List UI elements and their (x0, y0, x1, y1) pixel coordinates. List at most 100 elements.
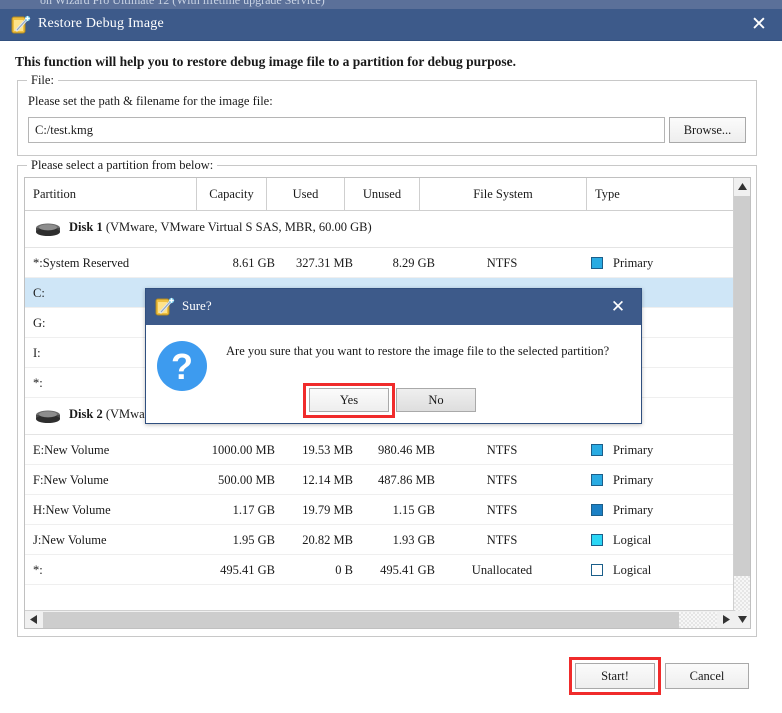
file-group: File: Please set the path & filename for… (17, 80, 757, 156)
wizard-wand-icon (11, 15, 31, 35)
disk-header-row[interactable]: Disk 1 (VMware, VMware Virtual S SAS, MB… (25, 211, 734, 248)
cell-partition: F:New Volume (25, 465, 197, 495)
wizard-wand-icon (155, 297, 175, 317)
svg-text:?: ? (171, 346, 193, 387)
cell-filesystem: NTFS (437, 495, 567, 525)
cell-capacity: 1.95 GB (197, 525, 275, 555)
hard-disk-icon (35, 409, 61, 423)
cell-filesystem: Unallocated (437, 555, 567, 585)
scroll-down-icon[interactable] (734, 611, 750, 628)
window-title: Restore Debug Image (38, 16, 164, 32)
horizontal-scrollbar-track[interactable] (679, 612, 717, 628)
partition-group-legend: Please select a partition from below: (27, 158, 217, 173)
close-icon[interactable]: ✕ (607, 296, 629, 318)
partition-row[interactable]: H:New Volume1.17 GB 19.79 MB 1.15 GBNTFS Pr… (25, 495, 734, 525)
cell-capacity: 495.41 GB (197, 555, 275, 585)
cell-capacity: 8.61 GB (197, 248, 275, 278)
cell-used: 0 B (283, 555, 353, 585)
partition-type-label: Primary (613, 443, 653, 458)
vertical-scrollbar-track[interactable] (734, 576, 750, 611)
partition-row[interactable]: F:New Volume500.00 MB12.14 MB487.86 MBNT… (25, 465, 734, 495)
cell-filesystem: NTFS (437, 435, 567, 465)
file-group-legend: File: (27, 73, 58, 88)
cell-type: Primary (591, 465, 653, 495)
cell-unused: 495.41 GB (361, 555, 435, 585)
partition-type-label: Primary (613, 256, 653, 271)
cell-partition: *: (25, 555, 197, 585)
cell-used: 327.31 MB (283, 248, 353, 278)
cell-used: 19.53 MB (283, 435, 353, 465)
cell-unused: 1.15 GB (361, 495, 435, 525)
partition-type-label: Logical (613, 563, 651, 578)
cell-partition: *:System Reserved (25, 248, 197, 278)
cell-type: Primary (591, 495, 653, 525)
file-path-row: Browse... (28, 117, 746, 143)
disk-label: Disk 1 (VMware, VMware Virtual S SAS, MB… (69, 220, 372, 235)
cell-type: Primary (591, 248, 653, 278)
browse-button[interactable]: Browse... (669, 117, 746, 143)
dialog-title: Sure? (182, 298, 212, 314)
partition-type-label: Primary (613, 473, 653, 488)
background-app-title: on Wizard Pro Ultimate 12 (With lifetime… (40, 0, 325, 8)
cell-filesystem: NTFS (437, 248, 567, 278)
cell-used: 19.79 MB (283, 495, 353, 525)
horizontal-scrollbar[interactable] (25, 610, 735, 628)
partition-type-swatch (591, 474, 603, 486)
column-header-unused[interactable]: Unused (345, 178, 420, 211)
restore-debug-image-window: on Wizard Pro Ultimate 12 (With lifetime… (0, 0, 782, 713)
column-header-partition[interactable]: Partition (25, 178, 197, 211)
vertical-scrollbar[interactable] (733, 178, 750, 628)
partition-type-swatch (591, 564, 603, 576)
partition-type-label: Primary (613, 503, 653, 518)
column-header-type[interactable]: Type (587, 178, 734, 211)
start-button[interactable]: Start! (575, 663, 655, 689)
scroll-right-icon[interactable] (718, 611, 735, 628)
cell-filesystem: NTFS (437, 465, 567, 495)
close-icon[interactable]: ✕ (746, 14, 772, 36)
partition-table-header: Partition Capacity Used Unused File Syst… (25, 178, 734, 211)
column-header-used[interactable]: Used (267, 178, 345, 211)
window-titlebar: Restore Debug Image ✕ (0, 9, 782, 41)
scroll-left-icon[interactable] (25, 611, 42, 628)
cell-unused: 1.93 GB (361, 525, 435, 555)
scroll-up-icon[interactable] (734, 178, 750, 195)
cell-capacity: 1000.00 MB (197, 435, 275, 465)
cell-type: Primary (591, 435, 653, 465)
file-path-input[interactable] (28, 117, 665, 143)
cell-type: Logical (591, 555, 651, 585)
cell-unused: 8.29 GB (361, 248, 435, 278)
partition-row[interactable]: *:495.41 GB0 B495.41 GBUnallocatedLogica… (25, 555, 734, 585)
cell-partition: H:New Volume (25, 495, 197, 525)
column-header-capacity[interactable]: Capacity (197, 178, 267, 211)
dialog-body: ? Are you sure that you want to restore … (146, 325, 641, 423)
partition-type-swatch (591, 534, 603, 546)
cell-capacity: 1.17 GB (197, 495, 275, 525)
cell-unused: 980.46 MB (361, 435, 435, 465)
cell-used: 20.82 MB (283, 525, 353, 555)
partition-type-swatch (591, 444, 603, 456)
intro-text: This function will help you to restore d… (15, 54, 516, 70)
hard-disk-icon (35, 222, 61, 236)
cell-type: Logical (591, 525, 651, 555)
cell-partition: E:New Volume (25, 435, 197, 465)
background-app-titlebar: on Wizard Pro Ultimate 12 (With lifetime… (0, 0, 782, 9)
confirm-dialog: Sure? ✕ ? Are you sure that you want to … (145, 288, 642, 424)
partition-row[interactable]: *:System Reserved8.61 GB 327.31 MB 8.29 GB… (25, 248, 734, 278)
cancel-button[interactable]: Cancel (665, 663, 749, 689)
question-mark-icon: ? (155, 339, 209, 393)
no-button[interactable]: No (396, 388, 476, 412)
partition-type-swatch (591, 257, 603, 269)
column-header-filesystem[interactable]: File System (420, 178, 587, 211)
partition-type-swatch (591, 504, 603, 516)
cell-unused: 487.86 MB (361, 465, 435, 495)
partition-row[interactable]: E:New Volume1000.00 MB 19.53 MB 980.46 MBN… (25, 435, 734, 465)
cell-filesystem: NTFS (437, 525, 567, 555)
partition-type-label: Logical (613, 533, 651, 548)
file-path-label: Please set the path & filename for the i… (28, 94, 273, 109)
horizontal-scrollbar-thumb[interactable] (43, 612, 679, 628)
vertical-scrollbar-thumb[interactable] (734, 196, 750, 576)
partition-row[interactable]: J:New Volume1.95 GB20.82 MB1.93 GBNTFSLo… (25, 525, 734, 555)
yes-button[interactable]: Yes (309, 388, 389, 412)
cell-used: 12.14 MB (283, 465, 353, 495)
dialog-titlebar: Sure? ✕ (146, 289, 641, 325)
